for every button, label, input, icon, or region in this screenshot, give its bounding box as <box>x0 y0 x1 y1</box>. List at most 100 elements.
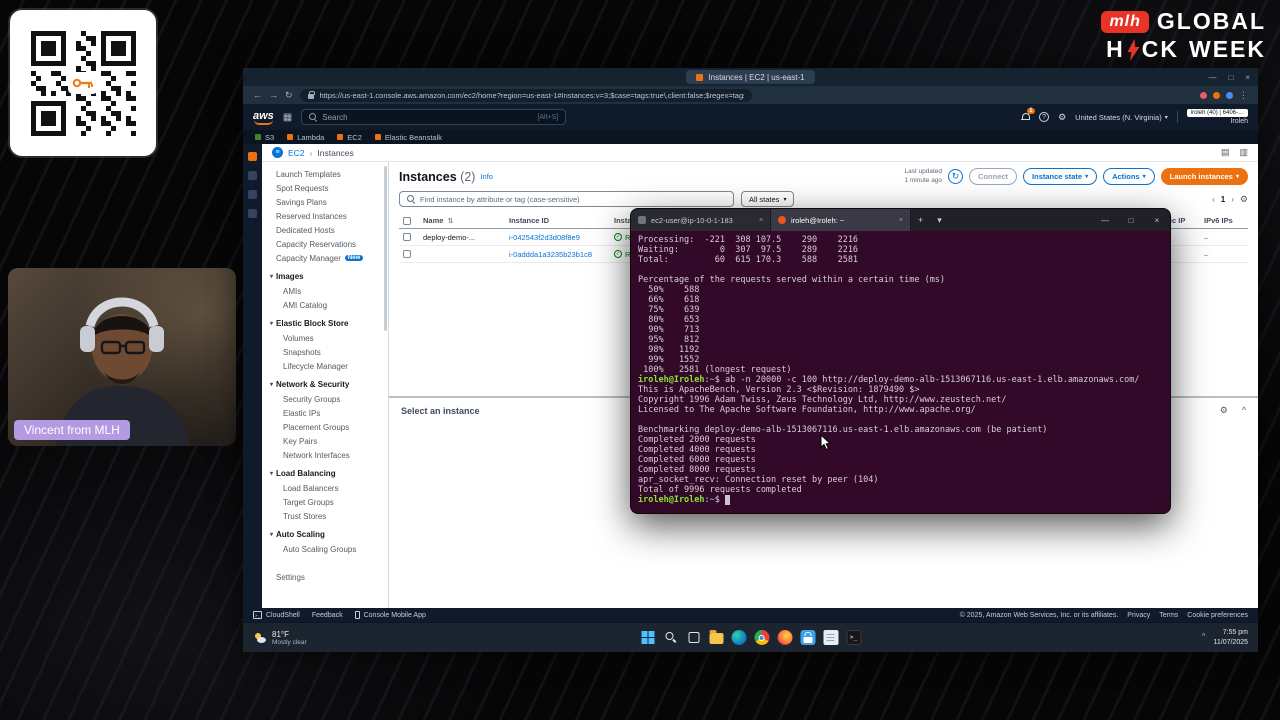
region-selector[interactable]: United States (N. Virginia) ▾ <box>1075 113 1168 122</box>
close-tab-icon[interactable]: × <box>899 217 903 224</box>
extension-icon-orange[interactable] <box>1213 91 1220 99</box>
sidebar-item-amis[interactable]: AMIs <box>262 284 388 298</box>
sidebar-section-load-balancing[interactable]: ▾ Load Balancing <box>262 465 388 481</box>
sidebar-item-capacity-reservations[interactable]: Capacity Reservations <box>262 237 388 251</box>
sidebar-item-savings-plans[interactable]: Savings Plans <box>262 195 388 209</box>
sidebar-scrollbar[interactable] <box>384 166 387 331</box>
sidebar-item-security-groups[interactable]: Security Groups <box>262 392 388 406</box>
rail-service-icon[interactable] <box>248 209 257 218</box>
sidebar-item-launch-templates[interactable]: Launch Templates <box>262 167 388 181</box>
terminal-icon[interactable]: >_ <box>846 630 861 645</box>
prev-page-icon[interactable]: ‹ <box>1212 195 1215 204</box>
sidebar-item-capacity-manager[interactable]: Capacity Manager New <box>262 251 388 265</box>
terminal-tab[interactable]: iroleh@Iroleh: ~ × <box>771 209 911 231</box>
bookmark-ec2[interactable]: EC2 <box>337 133 362 142</box>
panel-preferences-gear-icon[interactable]: ⚙ <box>1220 405 1228 416</box>
terminal-titlebar[interactable]: ec2-user@ip-10-0-1-183 × iroleh@Iroleh: ~ ×… <box>631 209 1170 231</box>
browser-maximize-icon[interactable]: □ <box>1228 73 1233 82</box>
bookmark-elastic-beanstalk[interactable]: Elastic Beanstalk <box>374 133 442 142</box>
sidebar-section-network-security[interactable]: ▾ Network & Security <box>262 376 388 392</box>
feedback-bubble-icon[interactable]: ▥ <box>1239 147 1248 158</box>
search-icon[interactable] <box>663 630 678 645</box>
settings-gear-icon[interactable]: ⚙ <box>1058 112 1066 123</box>
actions-button[interactable]: Actions ▾ <box>1103 168 1155 185</box>
sidebar-item-auto-scaling-groups[interactable]: Auto Scaling Groups <box>262 542 388 556</box>
taskbar-clock[interactable]: 7:55 pm 11/07/2025 <box>1213 628 1248 647</box>
states-filter-dropdown[interactable]: All states ▾ <box>741 191 795 207</box>
instance-id-link[interactable]: i-0addda1a3235b23b1c8 <box>505 250 610 259</box>
account-menu[interactable]: iroleh (40) | 6406-… Iroleh <box>1186 109 1248 125</box>
sidebar-item-trust-stores[interactable]: Trust Stores <box>262 509 388 523</box>
column-header-instance-id[interactable]: Instance ID <box>505 216 610 225</box>
row-checkbox[interactable] <box>403 233 411 241</box>
browser-tab[interactable]: Instances | EC2 | us-east-1 <box>686 70 815 84</box>
connect-button[interactable]: Connect <box>969 168 1018 185</box>
split-panel-icon[interactable]: ▤ <box>1221 147 1230 158</box>
column-header-ipv6-ips[interactable]: IPv6 IPs <box>1200 216 1248 225</box>
rail-service-icon[interactable] <box>248 171 257 180</box>
instance-state-button[interactable]: Instance state ▾ <box>1023 168 1098 185</box>
rail-ec2-icon[interactable] <box>248 152 257 161</box>
sidebar-section-elastic-block-store[interactable]: ▾ Elastic Block Store <box>262 315 388 331</box>
aws-search-input[interactable] <box>322 112 533 122</box>
sidebar-item-lifecycle-manager[interactable]: Lifecycle Manager <box>262 359 388 373</box>
instance-id-link[interactable]: i-042543f2d3d08f8e9 <box>505 233 610 242</box>
edge-icon[interactable] <box>731 630 746 645</box>
terminal-maximize-icon[interactable]: □ <box>1118 216 1144 225</box>
chrome-icon[interactable] <box>754 630 769 645</box>
refresh-icon[interactable]: ↻ <box>948 169 964 184</box>
browser-close-icon[interactable]: × <box>1245 73 1250 82</box>
sidebar-item-elastic-ips[interactable]: Elastic IPs <box>262 406 388 420</box>
terminal-close-icon[interactable]: × <box>1144 216 1170 225</box>
filter-input[interactable] <box>420 194 726 204</box>
address-bar[interactable]: https://us-east-1.console.aws.amazon.com… <box>299 88 752 102</box>
privacy-link[interactable]: Privacy <box>1127 612 1150 619</box>
taskbar-weather-widget[interactable]: 81°F Mostly clear <box>253 630 307 646</box>
task-view-icon[interactable] <box>686 630 701 645</box>
terminal-output[interactable]: Processing: -221 308 107.5 290 2216 Waiti… <box>631 231 1170 513</box>
table-preferences-gear-icon[interactable]: ⚙ <box>1240 194 1248 205</box>
extension-icon-red[interactable] <box>1200 91 1207 99</box>
sidebar-item-key-pairs[interactable]: Key Pairs <box>262 434 388 448</box>
bookmark-s3[interactable]: S3 <box>255 133 274 142</box>
store-icon[interactable] <box>800 630 815 645</box>
browser-menu-icon[interactable]: ⋮ <box>1239 90 1248 101</box>
breadcrumb-ec2[interactable]: EC2 <box>288 148 305 158</box>
feedback-link[interactable]: Feedback <box>312 612 343 619</box>
tab-dropdown-icon[interactable]: ▾ <box>930 209 949 231</box>
bookmark-lambda[interactable]: Lambda <box>287 133 324 142</box>
notepad-icon[interactable] <box>823 630 838 645</box>
sidebar-item-reserved-instances[interactable]: Reserved Instances <box>262 209 388 223</box>
terms-link[interactable]: Terms <box>1159 612 1178 619</box>
info-link[interactable]: Info <box>480 172 493 181</box>
new-tab-icon[interactable]: + <box>911 209 930 231</box>
sidebar-item-target-groups[interactable]: Target Groups <box>262 495 388 509</box>
row-checkbox[interactable] <box>403 250 411 258</box>
instance-filter-input[interactable] <box>399 191 734 207</box>
reload-icon[interactable]: ↻ <box>285 90 293 101</box>
console-menu-icon[interactable]: ≡ <box>272 147 283 158</box>
aws-search-box[interactable]: [Alt+S] <box>301 109 567 125</box>
sidebar-section-auto-scaling[interactable]: ▾ Auto Scaling <box>262 526 388 542</box>
next-page-icon[interactable]: › <box>1231 195 1234 204</box>
column-header-name[interactable]: Name ⇅ <box>419 216 505 225</box>
sidebar-item-dedicated-hosts[interactable]: Dedicated Hosts <box>262 223 388 237</box>
aws-logo[interactable]: aws <box>253 110 274 125</box>
tray-expand-icon[interactable]: ^ <box>1202 632 1206 643</box>
cookie-preferences-link[interactable]: Cookie preferences <box>1187 612 1248 619</box>
close-tab-icon[interactable]: × <box>759 217 763 224</box>
sidebar-item-volumes[interactable]: Volumes <box>262 331 388 345</box>
mobile-app-link[interactable]: Console Mobile App <box>354 611 426 619</box>
start-icon[interactable] <box>640 630 655 645</box>
file-explorer-icon[interactable] <box>709 630 723 644</box>
help-icon[interactable]: ? <box>1039 112 1050 122</box>
terminal-minimize-icon[interactable]: — <box>1092 216 1118 225</box>
firefox-icon[interactable] <box>777 630 792 645</box>
services-grid-icon[interactable]: ▦ <box>283 112 292 123</box>
select-all-checkbox[interactable] <box>403 216 411 225</box>
sidebar-item-settings[interactable]: Settings <box>262 570 388 584</box>
sidebar-item-placement-groups[interactable]: Placement Groups <box>262 420 388 434</box>
terminal-tab[interactable]: ec2-user@ip-10-0-1-183 × <box>631 209 771 231</box>
sidebar-item-snapshots[interactable]: Snapshots <box>262 345 388 359</box>
forward-icon[interactable]: → <box>269 90 278 100</box>
